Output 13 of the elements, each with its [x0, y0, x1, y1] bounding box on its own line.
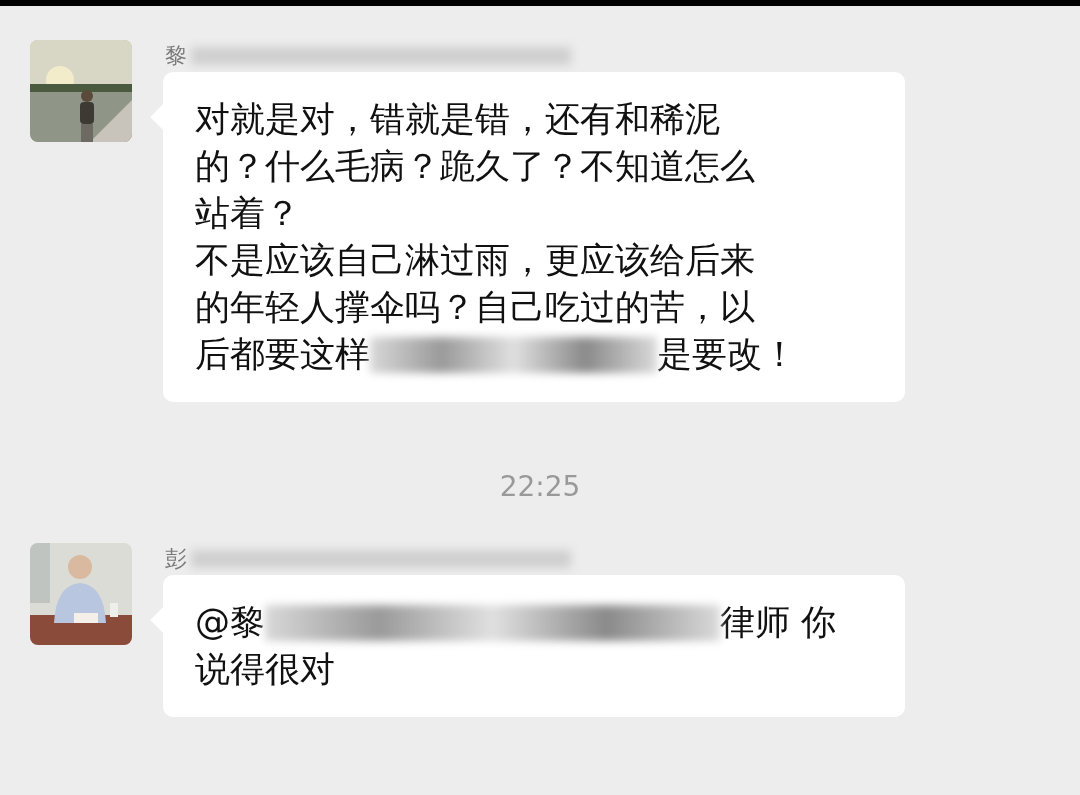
- sender-name: 黎: [165, 42, 187, 70]
- message-text: 说得很对: [195, 648, 335, 691]
- message-text: 是要改！: [657, 333, 797, 376]
- message-text: 的？什么毛病？跪久了？不知道怎么: [195, 145, 755, 188]
- timestamp: 22:25: [498, 470, 582, 503]
- message-text: 后都要这样: [195, 333, 370, 376]
- message-text: 的年轻人撑伞吗？自己吃过的苦，以: [195, 286, 755, 329]
- message-text: 站着？: [195, 192, 300, 235]
- message-text: 律师 你: [720, 601, 837, 644]
- message-text: 不是应该自己淋过雨，更应该给后来: [195, 239, 755, 282]
- sender-name: 彭: [165, 545, 187, 573]
- message-text: @黎: [195, 601, 265, 644]
- message-text: 对就是对，错就是错，还有和稀泥: [195, 98, 720, 141]
